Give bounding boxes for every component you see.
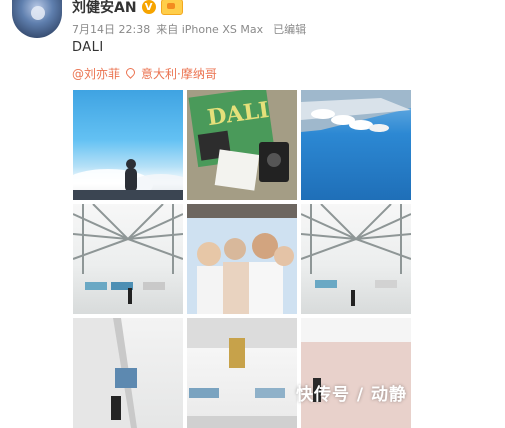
sky-figure-art — [73, 159, 183, 200]
group-selfie-art — [187, 204, 297, 314]
edited-label[interactable]: 已编辑 — [273, 21, 306, 37]
pink-room-art — [301, 318, 411, 428]
exhibit-wall-art — [73, 318, 137, 428]
image-gallery-hall-1[interactable] — [73, 204, 183, 314]
image-yachts-sea[interactable] — [301, 90, 411, 200]
magazine-art: DALI — [187, 90, 297, 200]
post-text: DALI — [72, 40, 104, 55]
gallery-hall-art-2 — [301, 204, 411, 306]
post-meta: 7月14日 22:38 来自 iPhone XS Max 已编辑 — [72, 21, 306, 37]
location-link[interactable]: 意大利·摩纳哥 — [141, 65, 217, 82]
image-gallery-hall-2[interactable] — [301, 204, 411, 314]
avatar[interactable] — [12, 0, 62, 38]
watermark: 快传号 / 动静 — [296, 385, 408, 405]
username[interactable]: 刘健安AN — [72, 0, 137, 17]
mention-link[interactable]: @刘亦菲 — [72, 65, 120, 82]
verified-badge-icon: V — [141, 0, 156, 14]
post-tags: @刘亦菲 意大利·摩纳哥 — [72, 65, 217, 82]
image-exhibit-wall[interactable] — [73, 318, 183, 428]
image-exhibit-room[interactable] — [187, 318, 297, 428]
image-group-selfie[interactable] — [187, 204, 297, 314]
post-date[interactable]: 7月14日 22:38 — [72, 21, 150, 37]
post-source: 来自 iPhone XS Max — [156, 23, 264, 36]
image-sky-figure[interactable] — [73, 90, 183, 200]
yachts-art — [301, 90, 411, 132]
gallery-hall-art-1 — [73, 204, 183, 304]
image-dali-magazine[interactable]: DALI — [187, 90, 297, 200]
exhibit-room-art — [187, 318, 297, 428]
name-row: 刘健安AN V — [72, 0, 183, 17]
location-pin-icon — [126, 68, 135, 79]
vip-icon — [160, 0, 183, 15]
moon-decoration — [31, 6, 45, 20]
image-pink-room[interactable] — [301, 318, 411, 428]
